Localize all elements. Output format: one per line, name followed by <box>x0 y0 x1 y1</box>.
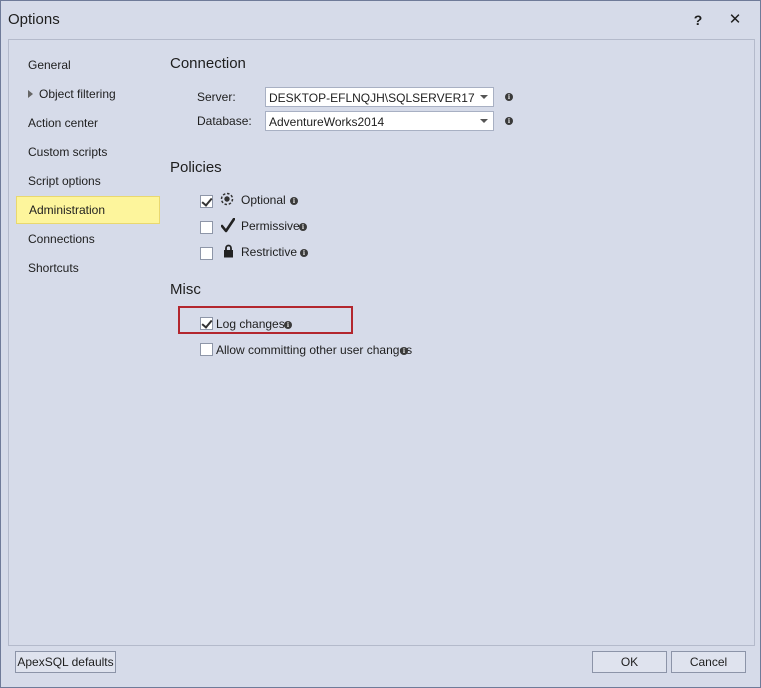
server-combo[interactable]: DESKTOP-EFLNQJH\SQLSERVER17 <box>265 87 494 107</box>
chevron-down-icon[interactable] <box>480 119 488 123</box>
nav-item-action-center[interactable]: Action center <box>16 109 160 137</box>
policies-heading: Policies <box>170 159 222 176</box>
permissive-checkbox[interactable] <box>200 221 213 234</box>
apexsql-defaults-button[interactable]: ApexSQL defaults <box>15 651 116 673</box>
target-icon <box>220 192 234 206</box>
chevron-down-icon[interactable] <box>480 95 488 99</box>
nav-item-script-options[interactable]: Script options <box>16 167 160 195</box>
nav-item-label: Shortcuts <box>28 261 79 275</box>
lock-icon <box>224 244 233 258</box>
optional-label[interactable]: Optional <box>241 193 286 207</box>
cancel-button[interactable]: Cancel <box>671 651 746 673</box>
optional-checkbox[interactable] <box>200 195 213 208</box>
permissive-label[interactable]: Permissive <box>241 219 300 233</box>
info-icon[interactable]: i <box>290 197 298 205</box>
nav-item-label: Action center <box>28 116 99 130</box>
title-bar: Options ? ✕ <box>1 1 760 39</box>
help-button[interactable]: ? <box>687 10 709 30</box>
database-label: Database: <box>197 114 252 128</box>
nav-item-label: General <box>28 58 71 72</box>
info-icon[interactable]: i <box>284 321 292 329</box>
expand-arrow-icon[interactable] <box>28 89 33 98</box>
nav-item-general[interactable]: General <box>16 51 160 79</box>
restrictive-label[interactable]: Restrictive <box>241 245 297 259</box>
nav-item-shortcuts[interactable]: Shortcuts <box>16 254 160 282</box>
connection-heading: Connection <box>170 55 246 72</box>
nav-item-object-filtering[interactable]: Object filtering <box>16 80 160 108</box>
nav-item-label: Custom scripts <box>28 145 108 159</box>
nav-item-connections[interactable]: Connections <box>16 225 160 253</box>
nav-item-custom-scripts[interactable]: Custom scripts <box>16 138 160 166</box>
database-value: AdventureWorks2014 <box>269 115 385 129</box>
server-value: DESKTOP-EFLNQJH\SQLSERVER17 <box>269 91 475 105</box>
database-combo[interactable]: AdventureWorks2014 <box>265 111 494 131</box>
info-icon[interactable]: i <box>505 117 513 125</box>
info-icon[interactable]: i <box>400 347 408 355</box>
log-changes-checkbox[interactable] <box>200 317 213 330</box>
nav-item-label: Connections <box>28 232 95 246</box>
restrictive-checkbox[interactable] <box>200 247 213 260</box>
checkmark-icon <box>201 195 213 207</box>
check-icon <box>221 218 235 233</box>
nav-item-label: Object filtering <box>39 87 116 101</box>
allow-committing-label[interactable]: Allow committing other user changes <box>216 343 412 357</box>
log-changes-label[interactable]: Log changes <box>216 317 285 331</box>
misc-heading: Misc <box>170 281 201 298</box>
options-dialog: Options ? ✕ General Object filtering Act… <box>0 0 761 688</box>
nav-item-administration[interactable]: Administration <box>16 196 160 224</box>
checkmark-icon <box>201 317 213 329</box>
ok-button[interactable]: OK <box>592 651 667 673</box>
info-icon[interactable]: i <box>300 249 308 257</box>
close-button[interactable]: ✕ <box>724 10 746 30</box>
info-icon[interactable]: i <box>505 93 513 101</box>
content-panel: General Object filtering Action center C… <box>8 39 755 646</box>
allow-committing-checkbox[interactable] <box>200 343 213 356</box>
dialog-title: Options <box>8 11 60 28</box>
info-icon[interactable]: i <box>299 223 307 231</box>
nav-item-label: Administration <box>29 203 106 217</box>
server-label: Server: <box>197 90 236 104</box>
nav-item-label: Script options <box>28 174 101 188</box>
